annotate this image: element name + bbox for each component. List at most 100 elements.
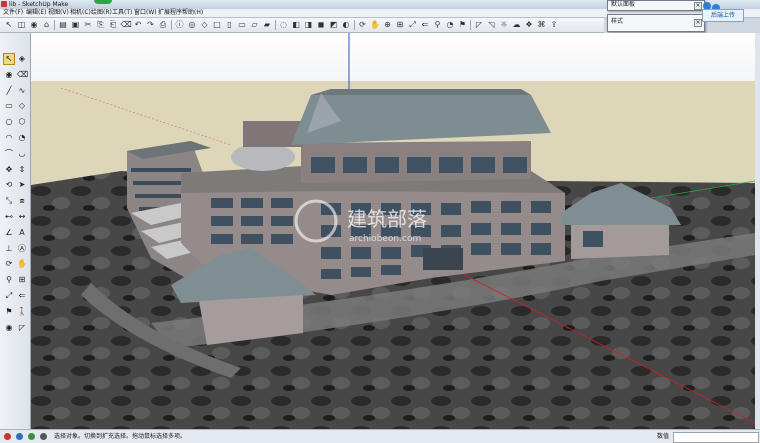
previous-view-icon[interactable]: ⇐	[420, 20, 430, 30]
share-icon[interactable]: ⇪	[549, 20, 559, 30]
menu-edit[interactable]: 编辑(E)	[26, 9, 46, 17]
close-icon[interactable]: ×	[694, 19, 702, 27]
scale-tool-icon[interactable]: ⤡	[4, 196, 14, 206]
select-tool-icon[interactable]: ↖	[3, 53, 15, 65]
shaded-icon[interactable]: ◼	[316, 20, 326, 30]
zoom-icon[interactable]: ⊕	[383, 20, 393, 30]
look-around-icon[interactable]: ◔	[445, 20, 455, 30]
walk-icon[interactable]: ⚲	[433, 20, 443, 30]
section-plane-tool-icon[interactable]: ◸	[17, 323, 27, 333]
zoom-extents-icon[interactable]: ⤢	[408, 20, 418, 30]
text-tool-icon[interactable]: A	[17, 228, 27, 238]
sun-icon[interactable]: ☼	[499, 20, 509, 30]
camera-icon[interactable]: ◎	[187, 20, 197, 30]
fog-icon[interactable]: ☁	[512, 20, 522, 30]
walk-tool-icon[interactable]: 🚶	[17, 307, 27, 317]
upload-button[interactable]: 后端上传	[702, 9, 744, 22]
offset-tool-icon[interactable]: ⧈	[17, 196, 27, 206]
zoom-window-icon[interactable]: ⊞	[395, 20, 405, 30]
erase-icon[interactable]: ⌫	[121, 20, 132, 30]
menu-view[interactable]: 视图(V)	[48, 9, 69, 17]
model-viewport[interactable]: 建筑部落 archiobeon.com	[31, 33, 755, 429]
warehouse-icon[interactable]: ⌘	[537, 20, 547, 30]
warning-icon[interactable]	[4, 433, 11, 440]
menu-window[interactable]: 窗口(W)	[134, 9, 157, 17]
menu-draw[interactable]: 绘图(R)	[91, 9, 112, 17]
arc-tool-icon[interactable]: ◠	[4, 133, 14, 143]
right-view-icon[interactable]: ▭	[237, 20, 247, 30]
left-view-icon[interactable]: ▰	[262, 20, 272, 30]
open-icon[interactable]: ▤	[58, 20, 68, 30]
redo-icon[interactable]: ↷	[146, 20, 156, 30]
textured-icon[interactable]: ◩	[329, 20, 339, 30]
look-around-tool-icon[interactable]: ◉	[4, 323, 14, 333]
wireframe-icon[interactable]: ◧	[291, 20, 301, 30]
tape-measure-icon[interactable]: ⊷	[4, 212, 14, 222]
paste-icon[interactable]: ⎗	[108, 20, 118, 30]
move-tool-icon[interactable]: ✥	[4, 165, 14, 175]
zoom-extents-tool-icon[interactable]: ⤢	[4, 291, 14, 301]
three-point-arc-icon[interactable]: ◡	[17, 149, 27, 159]
print-icon[interactable]: ⎙	[158, 20, 168, 30]
info-icon[interactable]	[16, 433, 23, 440]
menu-tools[interactable]: 工具(T)	[112, 9, 132, 17]
menu-camera[interactable]: 相机(C)	[70, 9, 91, 17]
circle-tool-icon[interactable]: ○	[4, 117, 14, 127]
position-camera-tool-icon[interactable]: ⚑	[4, 307, 14, 317]
geo-location-icon[interactable]	[28, 433, 35, 440]
dimension-tool-icon[interactable]: ↔	[17, 212, 27, 222]
protractor-icon[interactable]: ∠	[4, 228, 14, 238]
front-view-icon[interactable]: ▯	[225, 20, 235, 30]
copy-icon[interactable]: ⎘	[96, 20, 106, 30]
pan-tool-icon[interactable]: ✋	[17, 259, 27, 269]
zoom-window-tool-icon[interactable]: ⊞	[17, 275, 27, 285]
model-info-icon[interactable]: ⓘ	[175, 20, 185, 30]
default-tray-panel[interactable]: 默认面板 ×	[607, 0, 705, 11]
eraser-icon[interactable]: ◫	[17, 20, 27, 30]
rotate-tool-icon[interactable]: ⟲	[4, 180, 14, 190]
hidden-line-icon[interactable]: ◨	[304, 20, 314, 30]
menu-file[interactable]: 文件(F)	[3, 9, 23, 17]
orbit-icon[interactable]: ⟳	[358, 20, 368, 30]
3d-text-icon[interactable]: Ⓐ	[17, 244, 27, 254]
freehand-tool-icon[interactable]: ∿	[17, 86, 27, 96]
axes-tool-icon[interactable]: ⊥	[4, 244, 14, 254]
polygon-tool-icon[interactable]: ⬡	[17, 117, 27, 127]
section-icon[interactable]: ◸	[474, 20, 484, 30]
previous-tool-icon[interactable]: ⇐	[17, 291, 27, 301]
follow-me-icon[interactable]: ➤	[17, 180, 27, 190]
undo-icon[interactable]: ↶	[133, 20, 143, 30]
close-icon[interactable]: ×	[694, 2, 702, 10]
menu-help[interactable]: 帮助(H)	[182, 9, 203, 17]
make-component-icon[interactable]: ◈	[17, 54, 27, 64]
zoom-tool-icon[interactable]: ⚲	[4, 275, 14, 285]
push-pull-tool-icon[interactable]: ⇕	[17, 165, 27, 175]
eraser-tool-icon[interactable]: ⌫	[17, 70, 28, 80]
position-camera-icon[interactable]: ⚑	[458, 20, 468, 30]
monochrome-icon[interactable]: ◐	[341, 20, 351, 30]
paint-bucket-tool-icon[interactable]: ◉	[4, 70, 14, 80]
user-icon[interactable]	[40, 433, 47, 440]
components-icon[interactable]: ❖	[524, 20, 534, 30]
paint-bucket-icon[interactable]: ◉	[29, 20, 39, 30]
select-icon[interactable]: ↖	[4, 20, 14, 30]
update-badge-icon[interactable]	[94, 0, 112, 4]
styles-panel[interactable]: 样式 ×	[607, 14, 705, 32]
orbit-tool-icon[interactable]: ⟳	[4, 259, 14, 269]
save-icon[interactable]: ▣	[71, 20, 81, 30]
xray-icon[interactable]: ◌	[279, 20, 289, 30]
rotated-rectangle-icon[interactable]: ◇	[17, 101, 27, 111]
menu-extensions[interactable]: 扩展程序	[158, 9, 182, 17]
two-point-arc-icon[interactable]: ⌒	[4, 149, 14, 159]
pan-icon[interactable]: ✋	[370, 20, 380, 30]
iso-view-icon[interactable]: ◇	[200, 20, 210, 30]
back-view-icon[interactable]: ▱	[250, 20, 260, 30]
house-icon[interactable]: ⌂	[42, 20, 52, 30]
measurements-input[interactable]	[673, 432, 759, 443]
top-view-icon[interactable]: □	[212, 20, 222, 30]
line-tool-icon[interactable]: ╱	[4, 86, 14, 96]
display-section-icon[interactable]: ◹	[487, 20, 497, 30]
cut-icon[interactable]: ✂	[83, 20, 93, 30]
rectangle-tool-icon[interactable]: ▭	[4, 101, 14, 111]
pie-tool-icon[interactable]: ◔	[17, 133, 27, 143]
